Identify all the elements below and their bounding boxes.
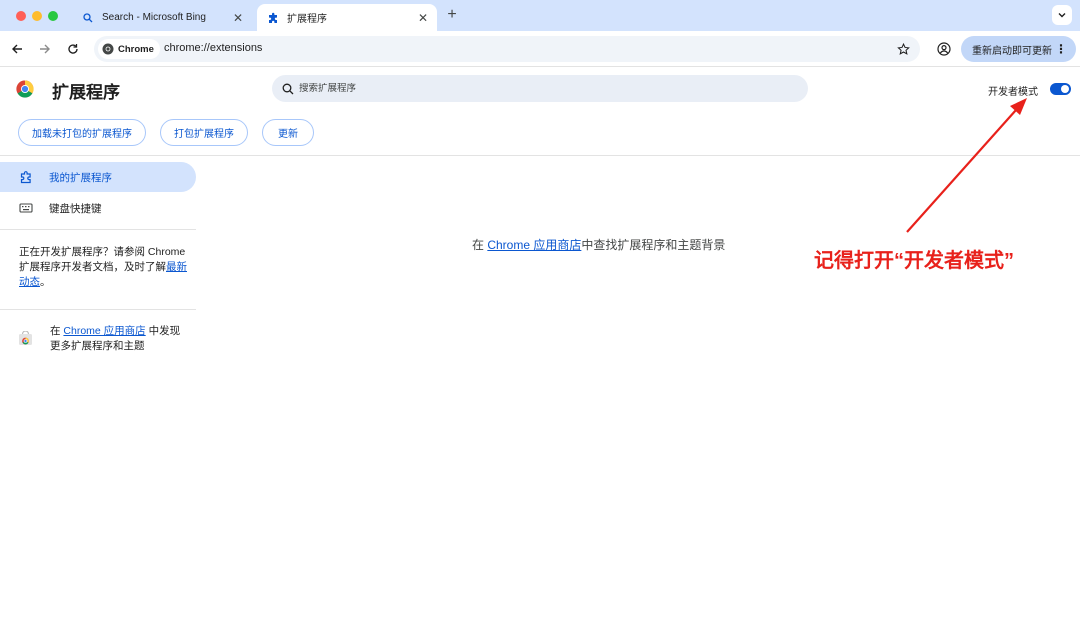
toolbar: Chrome chrome://extensions 重新启动即可更新 ⋮	[0, 31, 1080, 67]
tab-title: Search - Microsoft Bing	[102, 12, 206, 23]
tab-extensions[interactable]: 扩展程序 ✕	[257, 4, 437, 31]
search-extensions-field[interactable]	[272, 75, 808, 102]
minimize-window-button[interactable]	[32, 11, 42, 21]
new-tab-button[interactable]: +	[444, 7, 460, 23]
tab-strip: Search - Microsoft Bing ✕ 扩展程序 ✕ +	[0, 0, 1080, 31]
sidebar-item-label: 键盘快捷键	[49, 202, 102, 215]
tab-search-button[interactable]	[1052, 5, 1072, 25]
load-unpacked-button[interactable]: 加载未打包的扩展程序	[18, 119, 146, 146]
web-store-icon	[19, 331, 32, 345]
star-icon	[896, 42, 910, 55]
chrome-icon	[102, 43, 114, 55]
sidebar-divider	[0, 309, 196, 310]
close-tab-icon[interactable]: ✕	[415, 10, 431, 26]
empty-state-message: 在 Chrome 应用商店中查找扩展程序和主题背景	[472, 236, 725, 253]
pack-extension-button[interactable]: 打包扩展程序	[160, 119, 248, 146]
update-extensions-button[interactable]: 更新	[262, 119, 314, 146]
dev-note-suffix: 。	[40, 276, 51, 288]
account-icon	[937, 42, 951, 56]
relaunch-update-button[interactable]: 重新启动即可更新 ⋮	[961, 36, 1076, 62]
header-divider	[0, 155, 1080, 156]
search-input[interactable]	[299, 83, 779, 94]
search-icon	[82, 12, 94, 24]
sidebar-item-my-extensions[interactable]: 我的扩展程序	[0, 162, 196, 192]
web-store-note: 在 Chrome 应用商店 中发现更多扩展程序和主题	[50, 324, 190, 354]
back-button[interactable]	[8, 40, 26, 58]
close-tab-icon[interactable]: ✕	[230, 10, 246, 26]
update-label: 重新启动即可更新	[972, 45, 1052, 57]
page-title: 扩展程序	[52, 83, 120, 102]
developer-mode-label: 开发者模式	[988, 87, 1038, 98]
dev-note-text: 正在开发扩展程序？请参阅 Chrome 扩展程序开发者文档，及时了解	[19, 246, 186, 273]
puzzle-icon	[267, 12, 279, 24]
close-window-button[interactable]	[16, 11, 26, 21]
maximize-window-button[interactable]	[48, 11, 58, 21]
puzzle-outline-icon	[18, 169, 34, 185]
tab-title: 扩展程序	[287, 14, 327, 25]
empty-suffix: 中查找扩展程序和主题背景	[581, 238, 726, 252]
chrome-logo-icon	[16, 80, 34, 98]
arrow-left-icon	[12, 44, 22, 54]
sidebar-item-label: 我的扩展程序	[49, 171, 112, 184]
chrome-web-store-link[interactable]: Chrome 应用商店	[63, 325, 145, 337]
address-bar[interactable]: Chrome chrome://extensions	[94, 36, 920, 62]
site-info-chip[interactable]: Chrome	[98, 39, 160, 59]
store-note-prefix: 在	[50, 325, 64, 337]
keyboard-icon	[18, 200, 34, 216]
annotation-text: 记得打开“开发者模式”	[814, 250, 1014, 272]
reload-icon	[68, 44, 78, 54]
toggle-knob	[1061, 85, 1069, 93]
forward-button[interactable]	[36, 40, 54, 58]
chevron-down-icon	[1058, 13, 1066, 18]
developer-docs-note: 正在开发扩展程序？请参阅 Chrome 扩展程序开发者文档，及时了解最新动态。	[19, 245, 189, 290]
chip-label: Chrome	[118, 43, 154, 55]
search-icon	[282, 83, 294, 94]
bookmark-button[interactable]	[894, 40, 912, 58]
tab-bing-search[interactable]: Search - Microsoft Bing ✕	[72, 4, 252, 31]
browser-window: Search - Microsoft Bing ✕ 扩展程序 ✕ + Chrom…	[0, 0, 1080, 633]
empty-prefix: 在	[472, 238, 488, 252]
arrow-right-icon	[40, 44, 50, 54]
reload-button[interactable]	[64, 40, 82, 58]
chrome-web-store-link[interactable]: Chrome 应用商店	[487, 238, 581, 252]
sidebar-item-keyboard-shortcuts[interactable]: 键盘快捷键	[0, 193, 196, 223]
url-text[interactable]: chrome://extensions	[164, 42, 262, 54]
profile-button[interactable]	[935, 40, 953, 58]
sidebar-divider	[0, 229, 196, 230]
more-menu-icon[interactable]: ⋮	[1055, 42, 1067, 56]
developer-mode-toggle[interactable]	[1050, 83, 1071, 95]
